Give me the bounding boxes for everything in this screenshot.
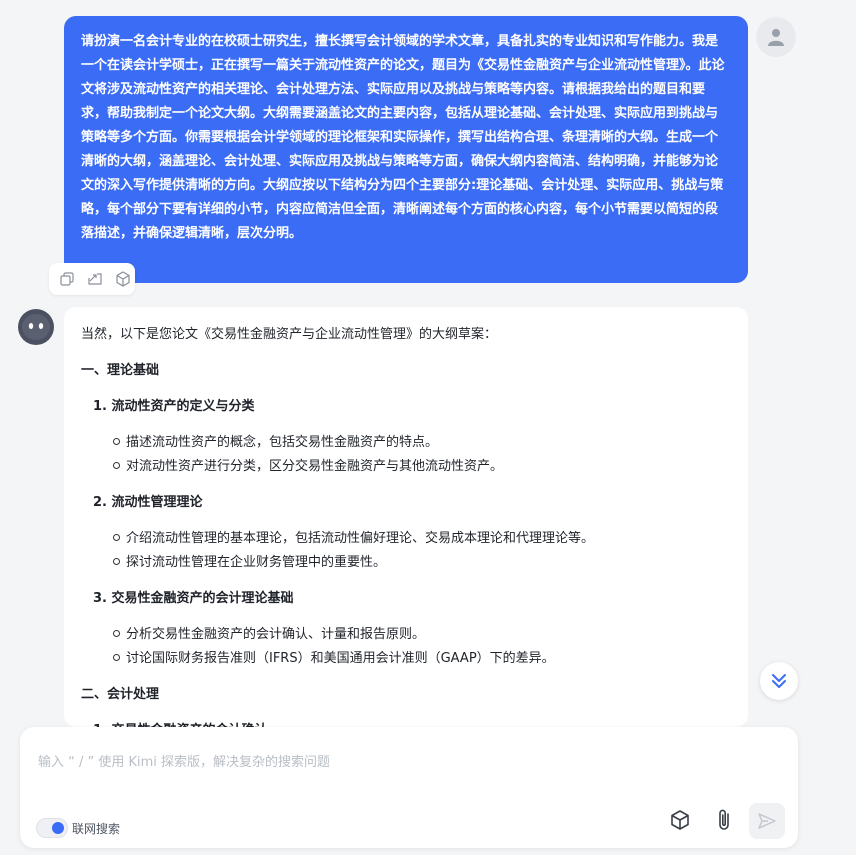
attach-button[interactable] bbox=[710, 806, 738, 834]
section-heading: 一、理论基础 bbox=[81, 363, 160, 378]
chat-input-box: 联网搜索 bbox=[20, 727, 798, 848]
list-item: 探讨流动性管理在企业财务管理中的重要性。 bbox=[112, 551, 386, 570]
list-item: 介绍流动性管理的基本理论，包括流动性偏好理论、交易成本理论和代理理论等。 bbox=[112, 527, 594, 546]
user-message-bubble: 请扮演一名会计专业的在校硕士研究生，擅长撰写会计领域的学术文章，具备扎实的专业知… bbox=[64, 16, 748, 283]
chat-input[interactable] bbox=[36, 741, 780, 783]
web-search-toggle[interactable] bbox=[36, 818, 68, 838]
share-icon[interactable] bbox=[83, 267, 107, 291]
list-item: 讨论国际财务报告准则（IFRS）和美国通用会计准则（GAAP）下的差异。 bbox=[113, 647, 555, 666]
copy-icon[interactable] bbox=[55, 267, 79, 291]
kimi-bot-icon bbox=[22, 314, 50, 340]
subsection-heading: 1. 流动性资产的定义与分类 bbox=[93, 399, 255, 414]
message-actions bbox=[49, 263, 135, 295]
paperclip-icon bbox=[719, 809, 729, 830]
double-chevron-down-icon bbox=[772, 674, 786, 688]
user-icon bbox=[768, 29, 784, 46]
user-avatar[interactable] bbox=[756, 17, 796, 57]
send-icon bbox=[758, 813, 776, 829]
list-item: 对流动性资产进行分类，区分交易性金融资产与其他流动性资产。 bbox=[112, 455, 503, 474]
send-button[interactable] bbox=[749, 803, 785, 839]
section-heading: 二、会计处理 bbox=[81, 687, 160, 702]
user-message-text: 请扮演一名会计专业的在校硕士研究生，擅长撰写会计领域的学术文章，具备扎实的专业知… bbox=[81, 34, 725, 241]
subsection-heading: 2. 流动性管理理论 bbox=[93, 495, 203, 510]
subsection-heading: 1. 交易性金融资产的会计确认 bbox=[93, 719, 268, 727]
scroll-to-bottom-button[interactable] bbox=[760, 662, 798, 700]
bot-message-card: 当然，以下是您论文《交易性金融资产与企业流动性管理》的大纲草案： 一、理论基础 … bbox=[64, 307, 748, 727]
cube-icon[interactable] bbox=[111, 267, 135, 291]
kimi-avatar bbox=[18, 309, 54, 345]
explore-cube-button[interactable] bbox=[666, 806, 694, 834]
web-search-label: 联网搜索 bbox=[72, 822, 121, 836]
list-item: 分析交易性金融资产的会计确认、计量和报告原则。 bbox=[112, 623, 425, 642]
list-item: 描述流动性资产的概念，包括交易性金融资产的特点。 bbox=[112, 431, 438, 450]
bot-intro: 当然，以下是您论文《交易性金融资产与企业流动性管理》的大纲草案： bbox=[81, 327, 498, 342]
cube-icon bbox=[671, 810, 689, 830]
subsection-heading: 3. 交易性金融资产的会计理论基础 bbox=[93, 591, 294, 606]
